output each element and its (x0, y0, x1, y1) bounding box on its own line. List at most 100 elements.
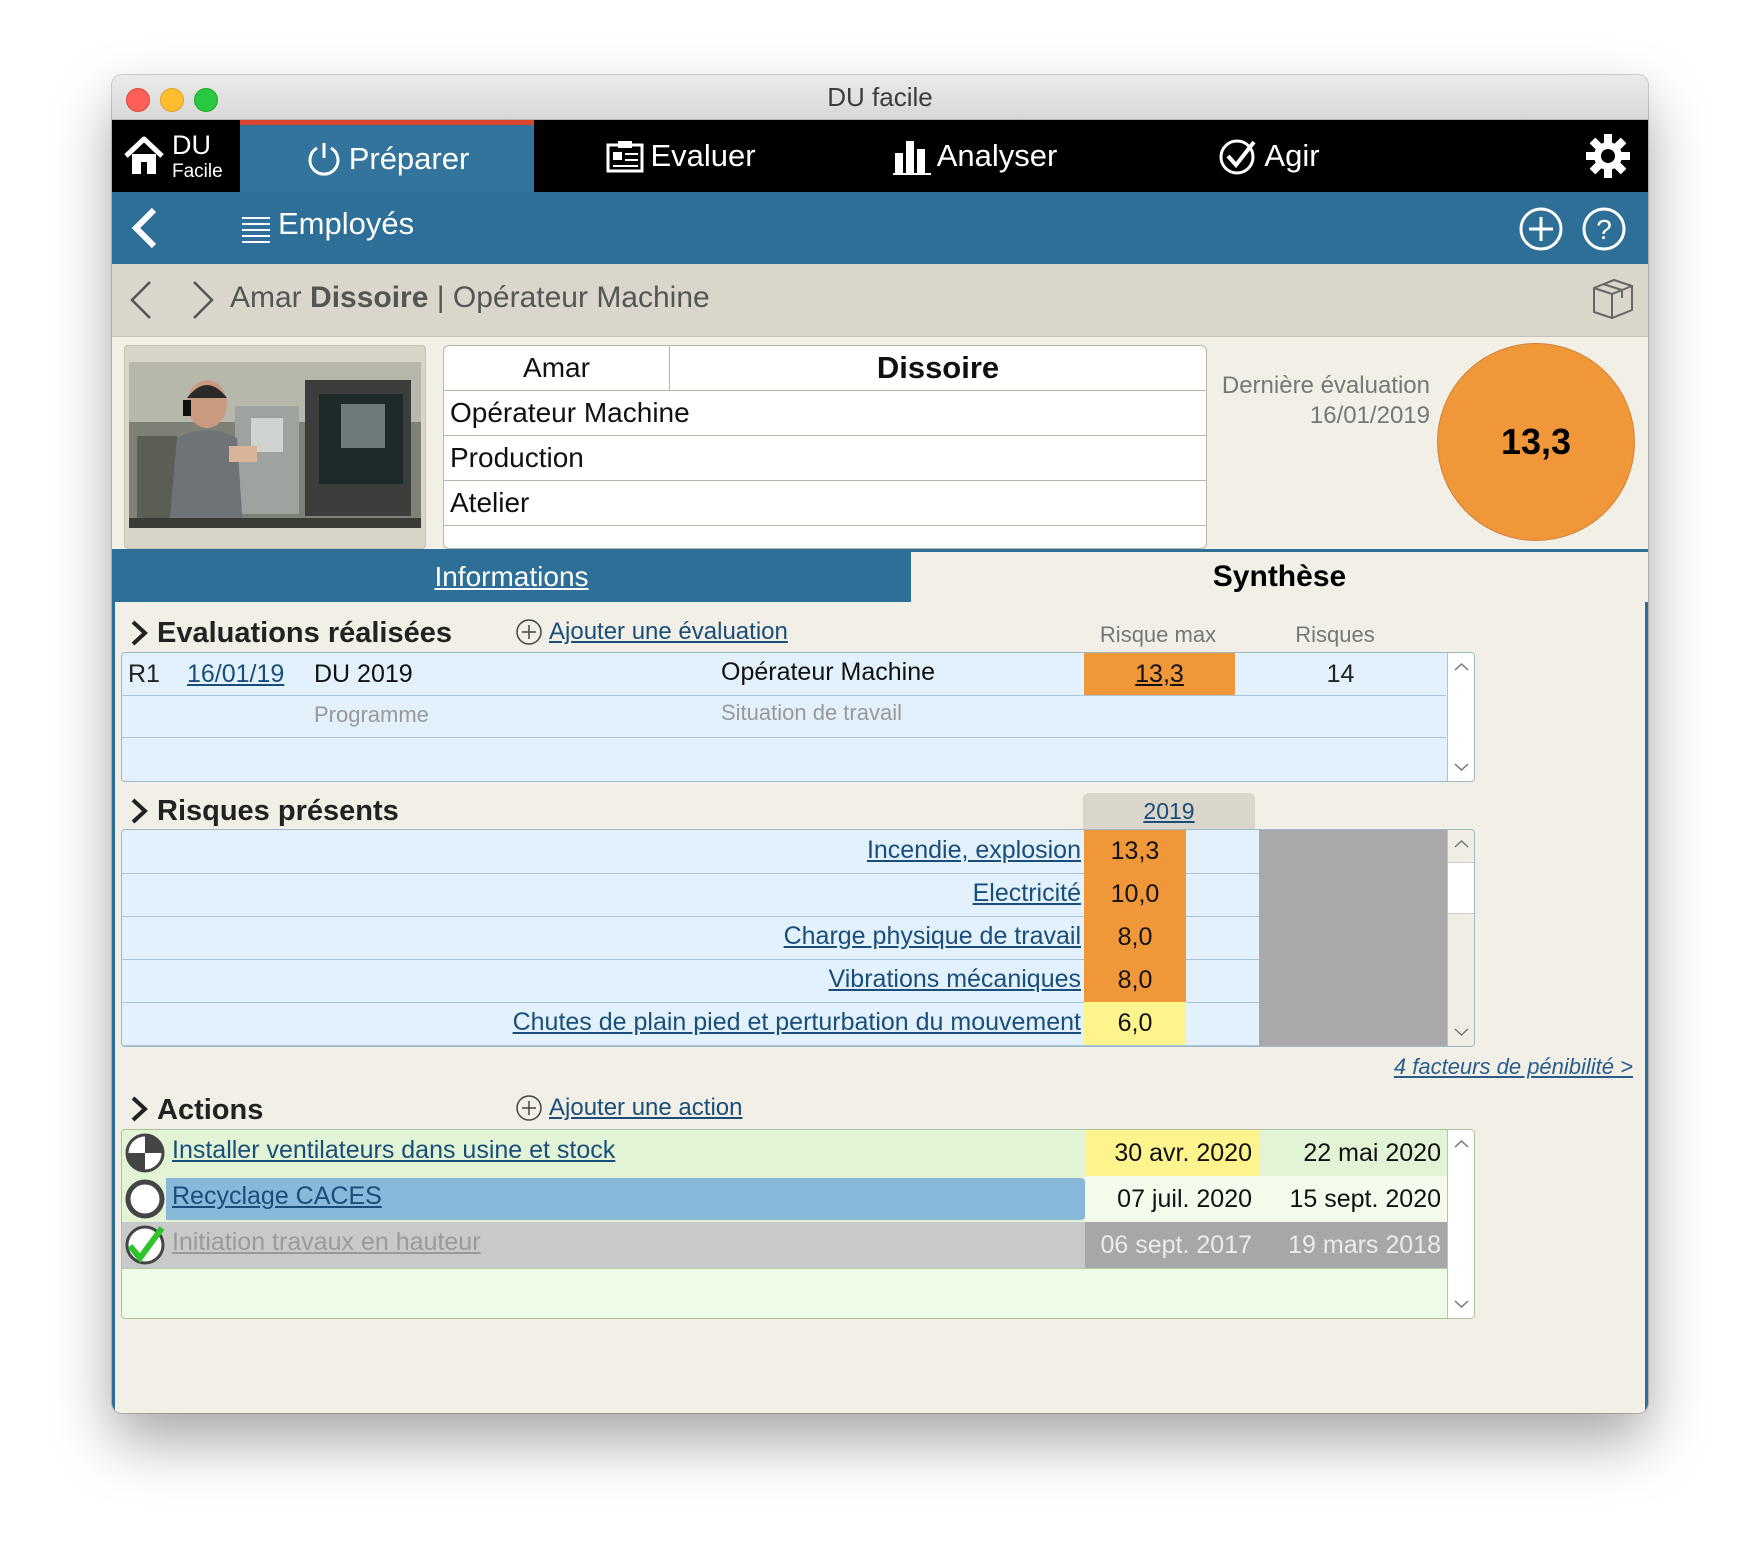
risk-value: 8,0 (1084, 959, 1186, 1002)
evaluations-toggle[interactable] (127, 618, 155, 648)
risk-label[interactable]: Vibrations mécaniques (829, 965, 1081, 994)
eval-program-caption: Programme (314, 702, 429, 727)
eval-date-link[interactable]: 16/01/19 (187, 660, 284, 689)
question-circle-icon: ? (1582, 207, 1626, 251)
risks-empty-column (1259, 830, 1447, 1046)
risks-scrollbar[interactable] (1447, 830, 1474, 1046)
tab-agir[interactable]: Agir (1122, 120, 1416, 192)
main-nav: DU Facile Préparer Evaluer Analyser Agir (112, 120, 1648, 192)
tab-evaluer-label: Evaluer (650, 138, 756, 173)
next-record-button[interactable] (188, 278, 218, 322)
name-row: Amar Dissoire (444, 346, 1206, 391)
clipboard-icon (606, 141, 644, 173)
tab-synthese[interactable]: Synthèse (911, 552, 1648, 602)
back-button[interactable] (126, 206, 166, 250)
action-end-date: 19 mars 2018 (1260, 1222, 1447, 1268)
checkmark-icon (125, 1225, 165, 1265)
section-header: Employés ? (112, 192, 1648, 264)
table-row[interactable]: Recyclage CACES 07 juil. 2020 15 sept. 2… (122, 1176, 1447, 1223)
breadcrumb: Amar Dissoire | Opérateur Machine (112, 264, 1648, 337)
department-field[interactable]: Production (444, 436, 1206, 481)
help-button[interactable]: ? (1581, 206, 1627, 252)
previous-record-button[interactable] (126, 278, 156, 322)
home-button[interactable]: DU Facile (112, 120, 240, 192)
risk-value: 6,0 (1084, 1002, 1186, 1045)
settings-button[interactable] (1584, 132, 1632, 180)
risks-year: 2019 (1143, 797, 1195, 824)
risks-year-header[interactable]: 2019 (1083, 793, 1255, 829)
risks-toggle[interactable] (127, 796, 155, 826)
tab-informations[interactable]: Informations (112, 552, 911, 602)
actions-toggle[interactable] (127, 1094, 155, 1124)
action-label[interactable]: Initiation travaux en hauteur (172, 1228, 481, 1257)
tab-preparer[interactable]: Préparer (240, 120, 534, 192)
add-action-link[interactable]: Ajouter une action (515, 1094, 742, 1122)
risk-label[interactable]: Chutes de plain pied et perturbation du … (513, 1008, 1081, 1037)
empty-circle-icon (125, 1179, 165, 1219)
table-row[interactable]: Charge physique de travail 8,0 (122, 916, 1259, 960)
evaluations-scrollbar[interactable] (1447, 653, 1474, 781)
chevron-right-icon (131, 1096, 148, 1122)
chevron-left-icon (130, 281, 151, 319)
actions-scrollbar[interactable] (1447, 1130, 1474, 1318)
box-icon (1593, 278, 1633, 320)
evaluations-title: Evaluations réalisées (157, 617, 452, 649)
list-icon (240, 212, 272, 244)
risk-label[interactable]: Electricité (973, 879, 1081, 908)
chevron-left-icon (131, 207, 157, 249)
risks-scroll-thumb[interactable] (1448, 862, 1474, 914)
table-row[interactable]: Electricité 10,0 (122, 873, 1259, 917)
chevron-down-icon (1454, 1300, 1469, 1309)
app-window: DU facile DU Facile Préparer Evaluer Ana… (112, 75, 1648, 1413)
job-field[interactable]: Opérateur Machine (444, 391, 1206, 436)
table-row[interactable]: Initiation travaux en hauteur 06 sept. 2… (122, 1222, 1447, 1269)
archive-button[interactable] (1590, 276, 1636, 322)
plus-circle-icon (516, 619, 542, 645)
chevron-up-icon (1454, 839, 1469, 848)
eval-risk-max: 13,3 (1135, 659, 1184, 688)
home-label-bottom: Facile (172, 160, 223, 182)
eval-program: DU 2019 (314, 660, 413, 688)
penibilite-link[interactable]: 4 facteurs de pénibilité > (1394, 1054, 1633, 1080)
first-name-field[interactable]: Amar (444, 346, 670, 391)
risk-score-circle: 13,3 (1437, 343, 1635, 541)
table-row[interactable]: Chutes de plain pied et perturbation du … (122, 1002, 1259, 1046)
title-bar: DU facile (112, 75, 1648, 120)
last-evaluation: Dernière évaluation 16/01/2019 (1208, 371, 1430, 431)
table-row[interactable]: Vibrations mécaniques 8,0 (122, 959, 1259, 1003)
table-row[interactable]: Incendie, explosion 13,3 (122, 830, 1259, 874)
synthese-content: Evaluations réalisées Ajouter une évalua… (112, 602, 1648, 1413)
tab-agir-label: Agir (1264, 138, 1320, 173)
plus-circle-icon (516, 1095, 542, 1121)
eval-situation-caption: Situation de travail (721, 700, 902, 725)
home-label-top: DU (172, 129, 211, 160)
breadcrumb-first-name: Amar (230, 281, 302, 314)
add-evaluation-link[interactable]: Ajouter une évaluation (515, 618, 788, 646)
actions-table: Installer ventilateurs dans usine et sto… (121, 1129, 1475, 1319)
eval-risk-max-cell[interactable]: 13,3 (1084, 653, 1235, 695)
add-button[interactable] (1518, 206, 1564, 252)
col-risks: Risques (1295, 622, 1375, 647)
chevron-up-icon (1454, 1139, 1469, 1148)
chevron-down-icon (1454, 1028, 1469, 1037)
action-end-date: 22 mai 2020 (1303, 1138, 1441, 1167)
risk-label[interactable]: Charge physique de travail (784, 922, 1081, 951)
employee-info: Amar Dissoire Opérateur Machine Producti… (443, 345, 1207, 549)
tab-analyser[interactable]: Analyser (828, 120, 1122, 192)
progress-quarter-icon (125, 1133, 165, 1173)
tab-evaluer[interactable]: Evaluer (534, 120, 828, 192)
eval-risks-count: 14 (1326, 659, 1355, 688)
chevron-right-icon (193, 281, 214, 319)
table-row[interactable]: R1 16/01/19 DU 2019 Opérateur Machine 13… (122, 653, 1446, 696)
last-name-field[interactable]: Dissoire (670, 346, 1206, 391)
breadcrumb-last-name: Dissoire (310, 281, 429, 314)
action-label[interactable]: Installer ventilateurs dans usine et sto… (172, 1136, 615, 1165)
risk-label[interactable]: Incendie, explosion (867, 836, 1081, 865)
home-icon (124, 136, 164, 174)
action-label[interactable]: Recyclage CACES (172, 1182, 382, 1211)
add-action-label: Ajouter une action (549, 1094, 743, 1121)
eval-id: R1 (128, 660, 160, 688)
bar-chart-icon (892, 141, 931, 175)
workshop-field[interactable]: Atelier (444, 481, 1206, 526)
table-row[interactable]: Installer ventilateurs dans usine et sto… (122, 1130, 1447, 1177)
